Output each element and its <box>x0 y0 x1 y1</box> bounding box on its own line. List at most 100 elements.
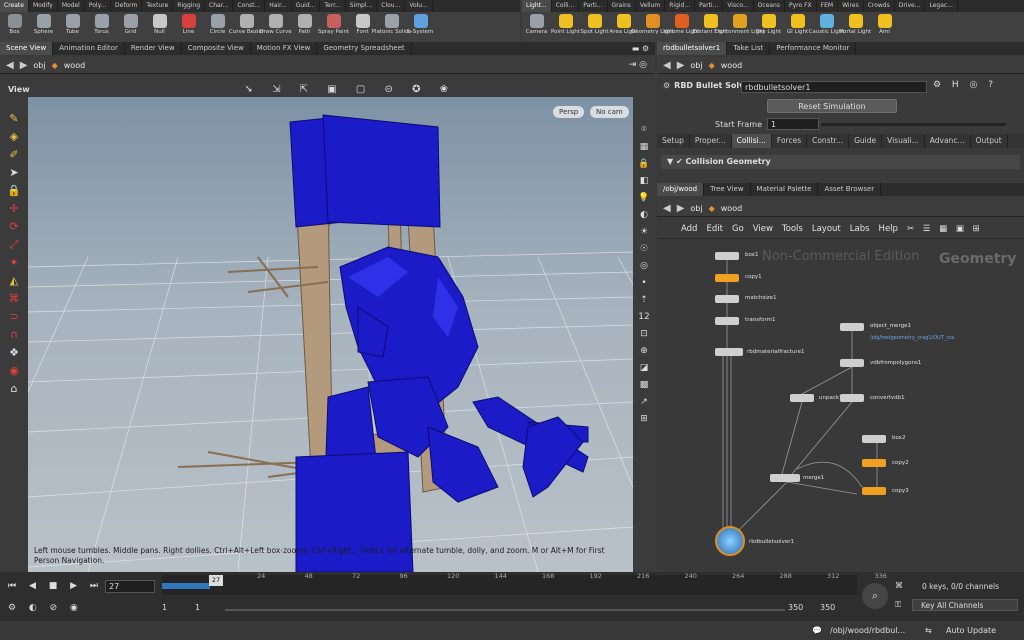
range-end-field-2[interactable]: 350 <box>820 603 835 612</box>
shelf-tab-right-12[interactable]: Crowds <box>864 0 895 12</box>
menu-add[interactable]: Add <box>681 224 697 234</box>
handle-tool-icon[interactable]: ⌘ <box>6 291 22 307</box>
camera-tool[interactable]: Camera <box>522 12 551 42</box>
draw-curve-tool[interactable]: Draw Curve <box>259 12 292 42</box>
pin-icon[interactable]: ⇥ ◎ <box>629 60 655 70</box>
lock-icon[interactable]: 🔒 <box>6 183 22 199</box>
node-transform1[interactable] <box>715 317 739 325</box>
node-unpack1[interactable] <box>790 394 814 402</box>
param-tab-properties[interactable]: Proper... <box>690 134 732 148</box>
node-name-field[interactable]: rbdbulletsolver1 <box>741 81 927 93</box>
shelf-tab-right-10[interactable]: FEM <box>817 0 839 12</box>
network-path-node[interactable]: wood <box>721 204 742 213</box>
torus-tool[interactable]: Torus <box>87 12 116 42</box>
path-tool[interactable]: Path <box>290 12 319 42</box>
paint-select-icon[interactable]: ✐ <box>6 147 22 163</box>
volume-light-tool[interactable]: Volume Light <box>664 12 699 42</box>
shelf-tab-left-6[interactable]: Rigging <box>173 0 206 12</box>
shelf-tab-left-13[interactable]: Clou... <box>377 0 406 12</box>
node-copy1[interactable] <box>715 274 739 282</box>
tab-composite-view[interactable]: Composite View <box>182 42 251 55</box>
viewport-display-icons[interactable]: ➘ ⇲ ⇱ ▣ ▢ ⊝ ✪ ❀ <box>245 84 456 95</box>
shelf-tab-right-8[interactable]: Oceans <box>754 0 785 12</box>
shelf-tab-right-2[interactable]: Parti... <box>579 0 608 12</box>
auto-update-menu[interactable]: Auto Update <box>946 626 996 635</box>
pane-menu-icon[interactable]: ▬ ⚙ <box>632 44 655 53</box>
menu-go[interactable]: Go <box>732 224 744 234</box>
menu-tools[interactable]: Tools <box>782 224 803 234</box>
light-icon[interactable]: 💡 <box>637 191 651 205</box>
param-path-obj[interactable]: obj <box>690 61 702 70</box>
shelf-tab-right-1[interactable]: Colli... <box>552 0 580 12</box>
shelf-tab-right-7[interactable]: Visco... <box>723 0 754 12</box>
guides-icon[interactable]: ⊡ <box>637 327 651 341</box>
shelf-tab-left-14[interactable]: Volu... <box>405 0 433 12</box>
node-vdbfrompolygons1[interactable] <box>840 359 864 367</box>
node-box2[interactable] <box>862 435 886 443</box>
timeline-bar[interactable]: 27 <box>162 575 857 595</box>
node-rbdmaterialfracture1[interactable] <box>715 348 743 356</box>
shading-icon[interactable]: ◐ <box>637 208 651 222</box>
param-tab-visualize[interactable]: Visuali... <box>882 134 925 148</box>
background-icon[interactable]: ◪ <box>637 361 651 375</box>
persp-menu[interactable]: Persp <box>553 106 585 118</box>
param-tab-collision[interactable]: Collisi... <box>731 134 772 148</box>
shelf-tab-right-0[interactable]: Light... <box>522 0 552 12</box>
node-box1[interactable] <box>715 252 739 260</box>
param-tab-constraints[interactable]: Constr... <box>807 134 850 148</box>
visibility-icon[interactable]: ⊞ <box>637 412 651 426</box>
uv-icon[interactable]: ⊕ <box>637 344 651 358</box>
box-tool[interactable]: Box <box>0 12 29 42</box>
start-frame-slider[interactable] <box>821 123 1006 126</box>
select-tool-icon[interactable]: ✎ <box>6 111 22 127</box>
numbers-icon[interactable]: 12 <box>637 310 651 324</box>
null-tool[interactable]: Null <box>145 12 174 42</box>
search-icon[interactable]: ⌕ <box>862 583 888 609</box>
font-tool[interactable]: Font <box>348 12 377 42</box>
view-menu-label[interactable]: View <box>0 85 30 94</box>
node-copy2[interactable] <box>862 459 886 467</box>
node-copy3[interactable] <box>862 487 886 495</box>
param-tab-output[interactable]: Output <box>971 134 1008 148</box>
back-arrow-icon[interactable]: ◀ <box>6 60 14 71</box>
circle-tool[interactable]: Circle <box>203 12 232 42</box>
shelf-tab-right-6[interactable]: Parti... <box>695 0 724 12</box>
shelf-tab-right-4[interactable]: Vellum <box>636 0 666 12</box>
curve-bezier-tool[interactable]: Curve Bezier <box>229 12 264 42</box>
start-frame-field[interactable]: 1 <box>767 118 819 130</box>
select-points-icon[interactable]: ◈ <box>6 129 22 145</box>
sky-light-tool[interactable]: Sky Light <box>754 12 783 42</box>
tab-rbdbulletsolver1[interactable]: rbdbulletsolver1 <box>657 42 728 55</box>
tab-tree-view[interactable]: Tree View <box>704 183 751 196</box>
sphere-tool[interactable]: Sphere <box>29 12 58 42</box>
tab-obj-wood[interactable]: /obj/wood <box>657 183 705 196</box>
display-options-icon[interactable]: ⌾ <box>637 123 651 137</box>
shelf-tab-left-4[interactable]: Deform <box>111 0 143 12</box>
caustic-light-tool[interactable]: Caustic Light <box>809 12 844 42</box>
area-light-tool[interactable]: Area Light <box>609 12 638 42</box>
shelf-tab-left-7[interactable]: Char... <box>205 0 234 12</box>
shelf-tab-left-3[interactable]: Poly... <box>85 0 112 12</box>
tab-render-view[interactable]: Render View <box>125 42 182 55</box>
distant-light-tool[interactable]: Distant Light <box>693 12 728 42</box>
3d-viewport[interactable] <box>28 97 633 572</box>
network-path-obj[interactable]: obj <box>690 204 702 213</box>
platonic-solids-tool[interactable]: Platonic Solids <box>372 12 411 42</box>
l-system-tool[interactable]: L-System <box>406 12 435 42</box>
grid-toggle-icon[interactable]: ▦ <box>637 140 651 154</box>
range-start-field[interactable]: 1 <box>162 603 167 612</box>
status-path[interactable]: /obj/wood/rbdbul... <box>830 626 905 635</box>
network-forward-icon[interactable]: ▶ <box>677 203 685 214</box>
tab-material-palette[interactable]: Material Palette <box>751 183 819 196</box>
tab-performance-monitor[interactable]: Performance Monitor <box>770 42 857 55</box>
tab-motion-fx-view[interactable]: Motion FX View <box>251 42 318 55</box>
param-tab-advanced[interactable]: Advanc... <box>925 134 971 148</box>
path-obj[interactable]: obj <box>33 61 45 70</box>
shelf-tab-left-0[interactable]: Create <box>0 0 29 12</box>
menu-view[interactable]: View <box>753 224 773 234</box>
point-light-tool[interactable]: Point Light <box>551 12 580 42</box>
range-start-field-2[interactable]: 1 <box>195 603 200 612</box>
checker-icon[interactable]: ▩ <box>637 378 651 392</box>
shelf-tab-left-8[interactable]: Const... <box>233 0 266 12</box>
arrow-tool-icon[interactable]: ➤ <box>6 165 22 181</box>
